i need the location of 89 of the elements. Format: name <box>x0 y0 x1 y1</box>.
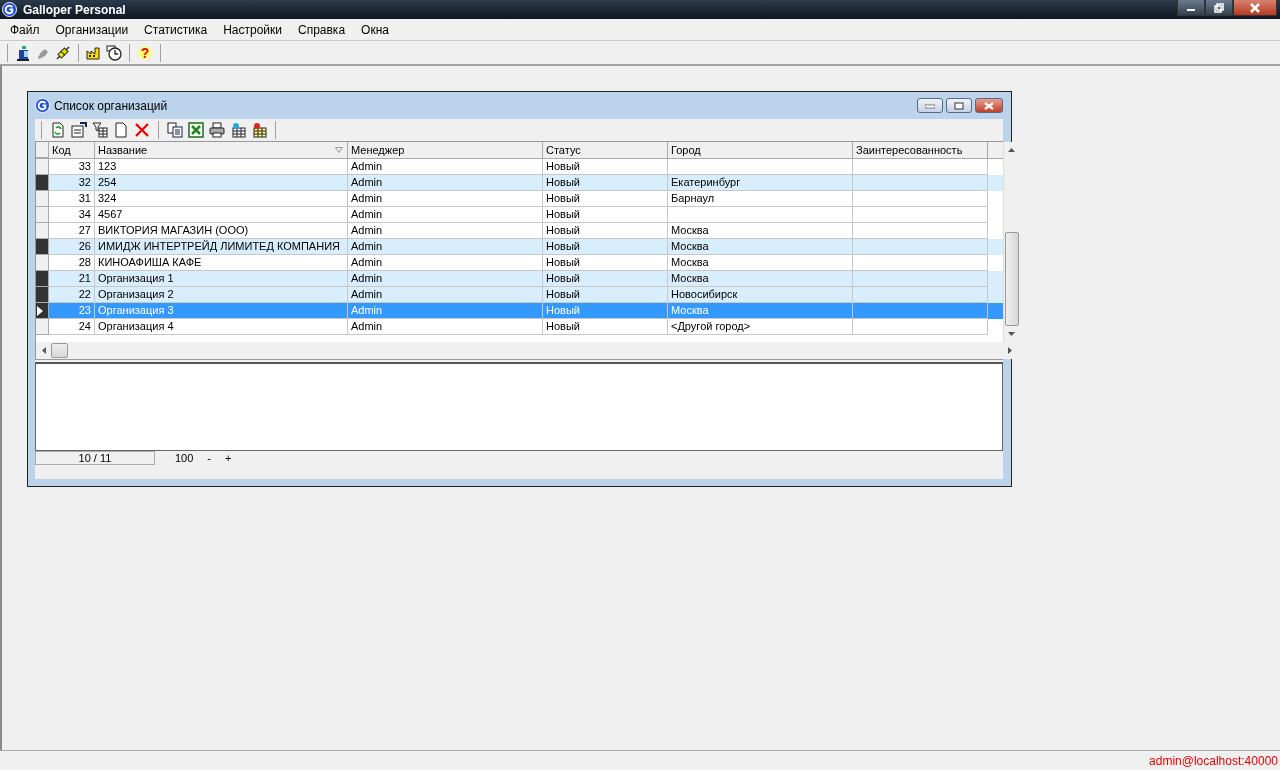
menu-item[interactable]: Окна <box>353 22 397 37</box>
clock-icon[interactable] <box>106 44 122 61</box>
close-button[interactable] <box>1233 0 1277 16</box>
column-header[interactable]: Название <box>95 142 348 158</box>
table-cell: Новый <box>543 175 668 191</box>
table-export-icon[interactable] <box>251 122 267 138</box>
table-cell: Admin <box>348 239 543 255</box>
connection-status: admin@localhost:40000 <box>1149 753 1278 768</box>
close-icon <box>983 101 995 110</box>
table-row[interactable]: 34 4567 Admin Новый <box>36 207 1003 223</box>
close-icon <box>1249 2 1261 13</box>
restore-icon <box>1214 2 1224 13</box>
column-header[interactable]: Город <box>668 142 853 158</box>
minimize-button[interactable] <box>1177 0 1205 16</box>
table-cell: Admin <box>348 319 543 335</box>
table-cell: Барнаул <box>668 191 853 207</box>
table-cell: 31 <box>49 191 95 207</box>
scroll-right-arrow-icon[interactable] <box>1008 347 1012 354</box>
table-cell: Новый <box>543 239 668 255</box>
window-title: Galloper Personal <box>23 2 126 17</box>
table-cell: Новый <box>543 319 668 335</box>
sort-arrow-icon <box>335 147 343 153</box>
table-cell: Admin <box>348 175 543 191</box>
scroll-thumb[interactable] <box>1004 232 1019 326</box>
table-cell: 24 <box>49 319 95 335</box>
edit-card-icon[interactable] <box>71 122 87 138</box>
table-row[interactable]: 21 Организация 1 Admin Новый Москва <box>36 271 1003 287</box>
table-row[interactable]: 22 Организация 2 Admin Новый Новосибирск <box>36 287 1003 303</box>
maximize-button[interactable] <box>946 98 972 113</box>
table-cell: 26 <box>49 239 95 255</box>
filter-table-icon[interactable] <box>92 122 108 138</box>
record-position: 10 / 11 <box>35 451 155 465</box>
table-cell: <Другой город> <box>668 319 853 335</box>
restore-button[interactable] <box>1205 0 1233 16</box>
column-header[interactable]: Статус <box>543 142 668 158</box>
table-cell: ИМИДЖ ИНТЕРТРЕЙД ЛИМИТЕД КОМПАНИЯ <box>95 239 348 255</box>
zoom-value: 100 <box>175 452 194 464</box>
table-row[interactable]: 32 254 Admin Новый Екатеринбург <box>36 175 1003 191</box>
zoom-out-button[interactable]: - <box>207 452 212 464</box>
table-cell: 254 <box>95 175 348 191</box>
minimize-icon <box>925 102 935 109</box>
table-cell: Новый <box>543 191 668 207</box>
table-cell: Admin <box>348 303 543 319</box>
menu-item[interactable]: Файл <box>2 22 48 37</box>
table-cell: Организация 4 <box>95 319 348 335</box>
window-title: Список организаций <box>54 98 168 113</box>
scroll-up-arrow-icon[interactable] <box>1007 148 1015 152</box>
app-logo-icon <box>35 98 50 113</box>
table-cell: Екатеринбург <box>668 175 853 191</box>
factory-icon[interactable] <box>86 44 102 61</box>
app-logo-icon <box>2 2 17 17</box>
plug-connector-icon[interactable] <box>55 44 71 61</box>
table-cell: 324 <box>95 191 348 207</box>
table-row[interactable]: 31 324 Admin Новый Барнаул <box>36 191 1003 207</box>
table-row[interactable]: 26 ИМИДЖ ИНТЕРТРЕЙД ЛИМИТЕД КОМПАНИЯ Admin Новый Москва <box>36 239 1003 255</box>
scroll-left-arrow-icon[interactable] <box>42 347 46 354</box>
table-cell: Admin <box>348 191 543 207</box>
copy-icon[interactable] <box>167 122 183 138</box>
menu-item[interactable]: Организации <box>47 22 137 37</box>
table-cell: 23 <box>49 303 95 319</box>
column-header[interactable]: Менеджер <box>348 142 543 158</box>
menu-item[interactable]: Настройки <box>215 22 290 37</box>
zoom-in-button[interactable]: + <box>225 452 232 464</box>
table-row[interactable]: 24 Организация 4 Admin Новый <Другой город> <box>36 319 1003 335</box>
menu-item[interactable]: Статистика <box>136 22 216 37</box>
delete-icon[interactable] <box>134 122 150 138</box>
table-cell: Новый <box>543 303 668 319</box>
column-header[interactable]: Код <box>49 142 95 158</box>
table-import-icon[interactable] <box>230 122 246 138</box>
table-cell: Москва <box>668 303 853 319</box>
refresh-icon[interactable] <box>50 122 66 138</box>
help-button[interactable]: ? <box>137 44 153 61</box>
scroll-thumb[interactable] <box>51 343 68 358</box>
column-header[interactable]: Заинтересованность <box>853 142 988 158</box>
table-cell: 34 <box>49 207 95 223</box>
table-cell: Организация 3 <box>95 303 348 319</box>
new-document-icon[interactable] <box>113 122 129 138</box>
table-cell: Admin <box>348 207 543 223</box>
table-cell: 32 <box>49 175 95 191</box>
notes-area[interactable] <box>35 362 1003 451</box>
spreadsheet-icon[interactable] <box>188 122 204 138</box>
printer-icon[interactable] <box>209 122 225 138</box>
table-cell: 4567 <box>95 207 348 223</box>
menu-item[interactable]: Справка <box>290 22 354 37</box>
table-cell: Москва <box>668 239 853 255</box>
scroll-down-arrow-icon[interactable] <box>1007 332 1015 336</box>
maximize-icon <box>954 101 964 110</box>
close-button[interactable] <box>975 98 1003 113</box>
table-cell: Новый <box>543 207 668 223</box>
